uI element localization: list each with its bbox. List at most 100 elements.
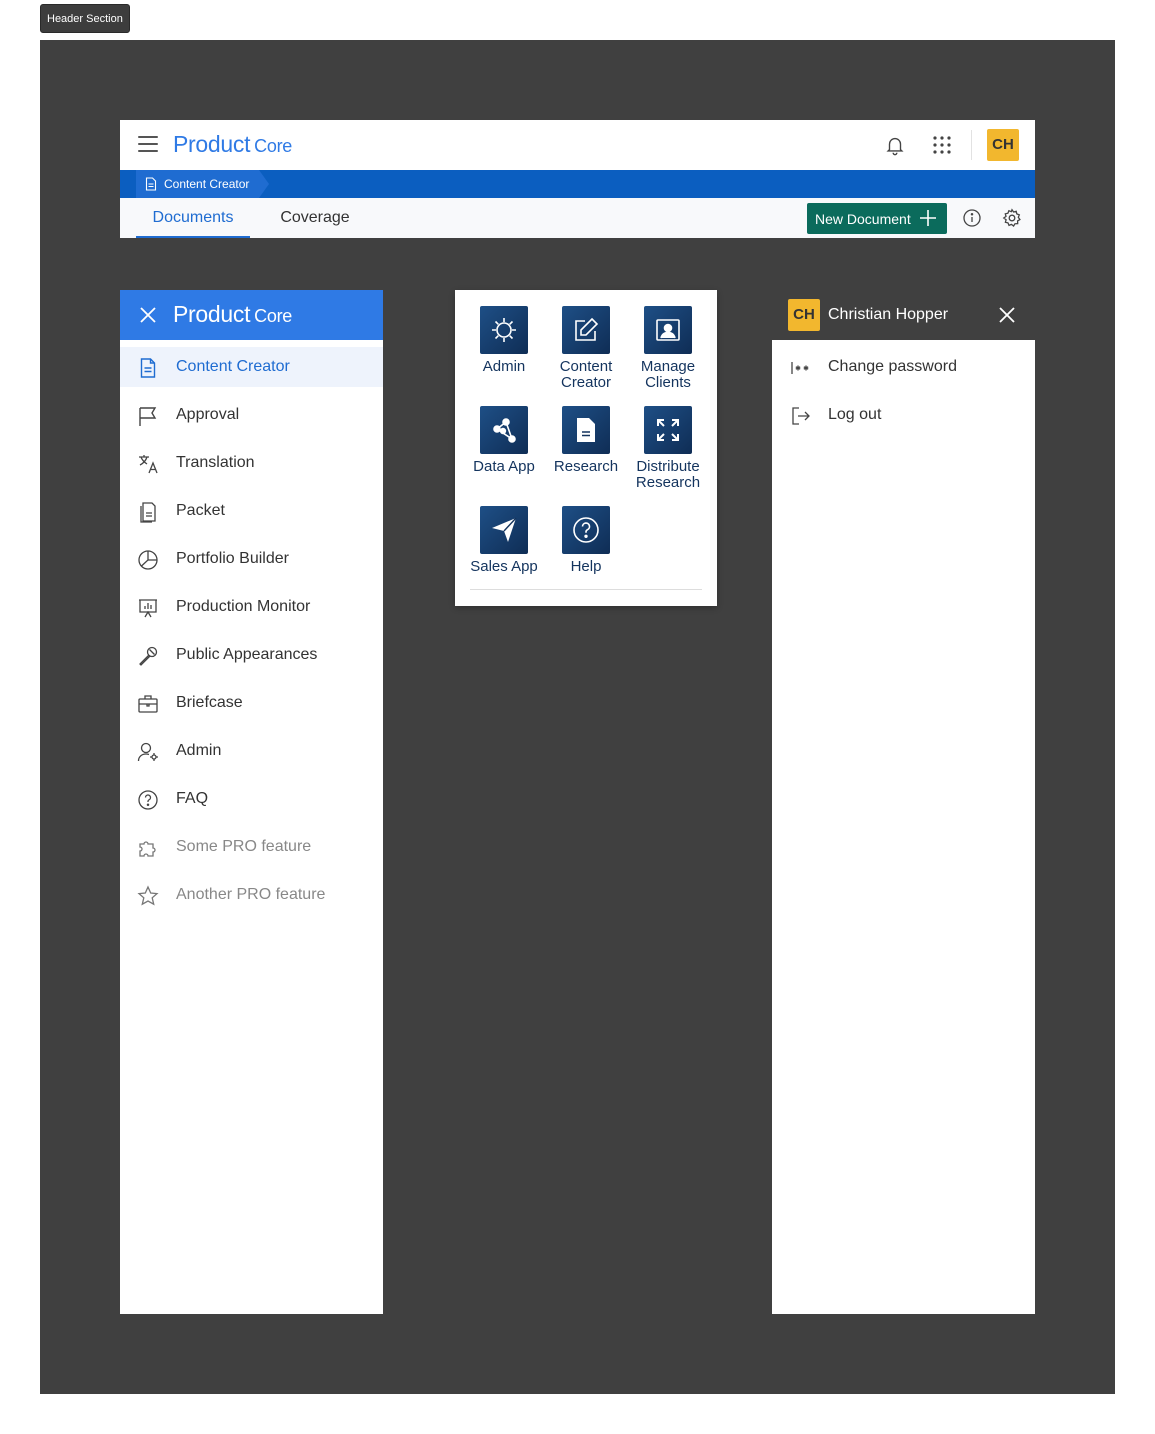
sidebar-item-label: Public Appearances xyxy=(176,646,318,663)
logo-main: Product xyxy=(173,131,251,157)
app-tile-square xyxy=(480,306,528,354)
user-gear-icon xyxy=(137,742,158,762)
sidebar-item-label: Another PRO feature xyxy=(176,886,326,903)
change-password-label: Change password xyxy=(828,358,957,375)
sidebar-item-label: FAQ xyxy=(176,790,209,807)
pie-chart-icon xyxy=(138,550,158,570)
app-label: Help xyxy=(570,558,602,575)
bell-icon[interactable] xyxy=(884,134,906,156)
app-tile-square xyxy=(644,406,692,454)
breadcrumb-bar: Content Creator xyxy=(120,170,1035,198)
app-tile-help[interactable]: Help xyxy=(545,506,627,575)
puzzle-icon xyxy=(139,841,156,857)
user-panel-header: CH Christian Hopper xyxy=(772,290,1035,340)
tab-documents[interactable]: Documents xyxy=(136,198,250,238)
edit-icon xyxy=(575,317,599,341)
portrait-icon xyxy=(656,319,680,341)
breadcrumb-label: Content Creator xyxy=(164,177,250,191)
sidebar-item-label: Content Creator xyxy=(176,358,290,375)
app-tile-manage-clients[interactable]: Manage Clients xyxy=(627,306,709,391)
translate-icon xyxy=(139,455,158,474)
app-logo[interactable]: Product Core xyxy=(173,131,292,158)
side-navigation: Product Core Content Creator Approval Tra… xyxy=(120,290,383,1314)
app-tile-sales-app[interactable]: Sales App xyxy=(463,506,545,575)
user-panel: CH Christian Hopper Change password Log … xyxy=(772,290,1035,1314)
close-icon[interactable] xyxy=(139,306,157,324)
settings-gear-icon[interactable] xyxy=(1002,208,1022,228)
apps-menu: Admin Content Creator Manage Clients Dat… xyxy=(455,290,717,606)
sidebar-item-label: Approval xyxy=(176,406,240,423)
logo-main: Product xyxy=(173,301,251,327)
sidebar-item-packet[interactable]: Packet xyxy=(120,491,383,531)
side-nav-logo[interactable]: Product Core xyxy=(173,301,292,328)
logo-sub: Core xyxy=(254,306,292,326)
app-tile-square xyxy=(480,406,528,454)
app-tile-square xyxy=(562,406,610,454)
app-tile-square xyxy=(562,306,610,354)
sidebar-item-admin[interactable]: Admin xyxy=(120,731,383,771)
briefcase-icon xyxy=(138,695,158,713)
app-tile-square xyxy=(644,306,692,354)
expand-icon xyxy=(657,419,679,441)
sidebar-item-faq[interactable]: FAQ xyxy=(120,779,383,819)
side-nav-header: Product Core xyxy=(120,290,383,340)
logout-item[interactable]: Log out xyxy=(772,395,1035,435)
sidebar-item-portfolio-builder[interactable]: Portfolio Builder xyxy=(120,539,383,579)
hamburger-menu-icon[interactable] xyxy=(138,136,158,154)
sidebar-item-another-pro-feature[interactable]: Another PRO feature xyxy=(120,875,383,915)
user-name: Christian Hopper xyxy=(828,306,949,323)
app-tile-data-app[interactable]: Data App xyxy=(463,406,545,475)
user-avatar[interactable]: CH xyxy=(987,129,1019,161)
sidebar-item-some-pro-feature[interactable]: Some PRO feature xyxy=(120,827,383,867)
star-icon xyxy=(137,885,159,906)
document-icon xyxy=(145,177,157,191)
app-label: Admin xyxy=(482,358,526,375)
microphone-icon xyxy=(139,646,158,666)
app-header: Product Core CH Content Creator Documents… xyxy=(120,120,1035,238)
tab-coverage[interactable]: Coverage xyxy=(270,198,360,238)
app-label: Manage Clients xyxy=(640,358,696,391)
logout-icon xyxy=(792,407,810,425)
sidebar-item-public-appearances[interactable]: Public Appearances xyxy=(120,635,383,675)
network-icon xyxy=(493,418,516,443)
sidebar-item-label: Packet xyxy=(176,502,225,519)
password-icon xyxy=(791,362,809,374)
info-icon[interactable] xyxy=(962,208,982,228)
document-icon xyxy=(577,418,595,442)
sidebar-item-label: Briefcase xyxy=(176,694,243,711)
flag-icon xyxy=(139,407,157,426)
new-document-button[interactable]: New Document xyxy=(807,203,947,234)
app-tile-admin[interactable]: Admin xyxy=(463,306,545,375)
logout-label: Log out xyxy=(828,406,882,423)
breadcrumb-item[interactable]: Content Creator xyxy=(136,170,270,198)
app-tile-distribute-research[interactable]: Distribute Research xyxy=(627,406,709,491)
app-label: Research xyxy=(553,458,619,475)
close-icon[interactable] xyxy=(998,306,1016,324)
send-icon xyxy=(492,517,517,542)
sidebar-item-label: Admin xyxy=(176,742,222,759)
change-password-item[interactable]: Change password xyxy=(772,347,1035,387)
sidebar-item-approval[interactable]: Approval xyxy=(120,395,383,435)
sidebar-item-briefcase[interactable]: Briefcase xyxy=(120,683,383,723)
user-avatar: CH xyxy=(788,299,820,331)
sidebar-item-translation[interactable]: Translation xyxy=(120,443,383,483)
sidebar-item-label: Some PRO feature xyxy=(176,838,312,855)
app-label: Data App xyxy=(473,458,535,475)
app-tile-square xyxy=(562,506,610,554)
gear-icon xyxy=(492,318,516,342)
help-circle-icon xyxy=(138,790,158,810)
sidebar-item-label: Portfolio Builder xyxy=(176,550,289,567)
presentation-chart-icon xyxy=(139,599,157,618)
sidebar-item-label: Production Monitor xyxy=(176,598,311,615)
app-tile-research[interactable]: Research xyxy=(545,406,627,475)
sidebar-item-label: Translation xyxy=(176,454,255,471)
section-tag: Header Section xyxy=(40,4,130,33)
new-document-label: New Document xyxy=(815,210,911,227)
sidebar-item-content-creator[interactable]: Content Creator xyxy=(120,347,383,387)
app-tile-square xyxy=(480,506,528,554)
divider xyxy=(470,589,702,590)
app-label: Distribute Research xyxy=(635,458,701,491)
app-tile-content-creator[interactable]: Content Creator xyxy=(545,306,627,391)
apps-grid-icon[interactable] xyxy=(932,135,952,155)
sidebar-item-production-monitor[interactable]: Production Monitor xyxy=(120,587,383,627)
